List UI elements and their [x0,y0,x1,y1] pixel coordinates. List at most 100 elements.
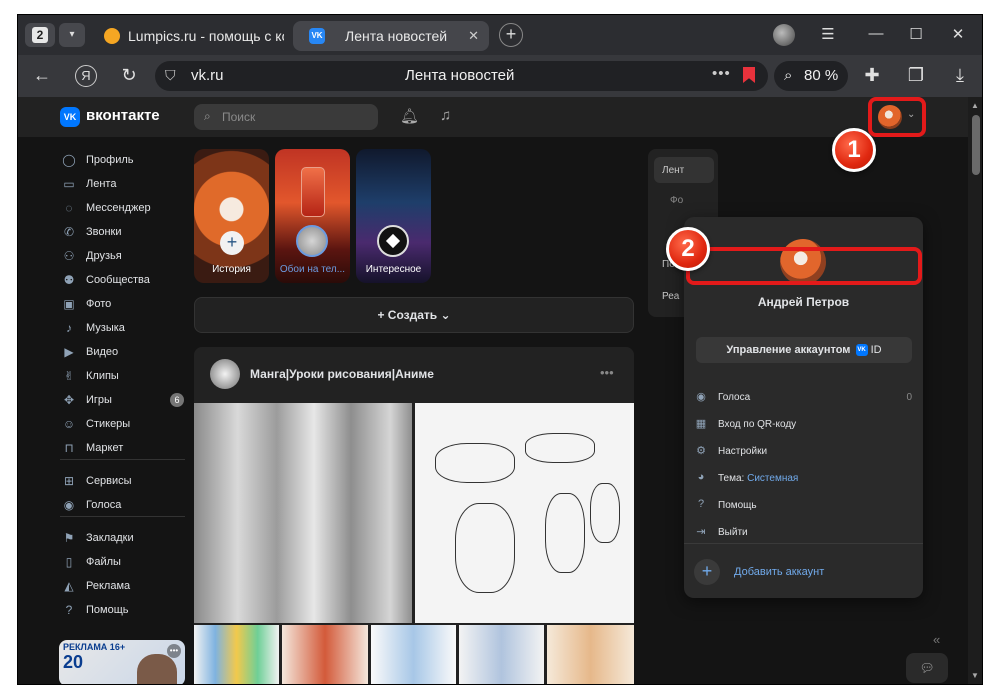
menu-icon[interactable]: ☰ [816,25,840,43]
sidebar-item-message[interactable]: ◌ Мессенджер [60,198,190,220]
post-author-avatar[interactable] [210,359,240,389]
bookmark-icon[interactable] [743,67,755,83]
sidebar-item-clips[interactable]: ✌ Клипы [60,366,190,388]
sidebar-item-friends[interactable]: ⚇ Друзья [60,246,190,268]
sidebar-item-label: Лента [86,178,117,190]
search-input[interactable]: ⌕ Поиск [194,104,378,130]
scrollbar-thumb[interactable] [972,115,980,175]
download-icon[interactable]: ⤓ [948,65,972,86]
thumbnail[interactable] [459,625,544,684]
account-menu-item-label: Тема: Системная [718,473,798,484]
close-tab-icon[interactable]: ✕ [468,21,479,51]
scrollbar[interactable]: ▲ ▼ [968,97,982,684]
extensions-icon[interactable]: ✚ [860,65,884,86]
games-icon: ✥ [63,393,75,407]
thumbnail[interactable] [371,625,456,684]
minimize-icon[interactable]: — [864,25,888,42]
post-image-3d-legs[interactable] [194,403,412,623]
zoom-indicator[interactable]: ⌕ 80 % [774,61,848,91]
message-icon: ◌ [65,201,73,215]
ad-person-image [137,654,177,684]
browser-window: 2 ▾ Lumpics.ru - помощь с ком VK Лента н… [17,14,983,685]
story-interesting[interactable]: Интересное [356,149,431,283]
more-dots-icon[interactable]: ••• [712,65,731,82]
tab-counter-button[interactable]: 2 [25,23,55,47]
phone-image [301,167,325,217]
collections-icon[interactable]: ❐ [904,65,928,86]
sidebar-item-label: Сервисы [86,475,132,487]
back-arrow-icon[interactable]: ← [30,65,54,86]
vk-logo-icon[interactable]: VK [60,107,80,127]
bell-icon[interactable]: 🔔︎ [400,107,419,125]
scroll-up-icon[interactable]: ▲ [971,101,979,110]
account-name[interactable]: Андрей Петров [684,295,923,309]
ad-more-icon[interactable]: ••• [167,644,181,658]
new-tab-button[interactable]: + [499,23,523,47]
tab-vk-feed[interactable]: VK Лента новостей ✕ [293,21,489,51]
feed-filter-item[interactable]: Фо [670,195,683,206]
manage-account-button[interactable]: Управление аккаунтом VK ID [696,337,912,363]
vk-logo-icon: VK [855,344,868,357]
browser-profile-icon[interactable] [773,24,795,46]
sidebar-item-label: Фото [86,298,112,310]
more-dots-icon[interactable]: ••• [600,365,614,380]
close-window-icon[interactable]: ✕ [946,25,970,43]
account-menu-item-gear[interactable]: ⚙ Настройки [694,441,914,463]
sidebar-item-votes[interactable]: ◉ Голоса [60,495,190,517]
feed-filter-item[interactable]: Лент [662,165,684,176]
callout-badge-2: 2 [666,227,710,271]
logout-icon: ⇥ [696,526,706,538]
add-account-button[interactable]: + Добавить аккаунт [694,559,914,585]
post-image-sketch-arms[interactable] [415,403,634,623]
sidebar-item-help[interactable]: ? Помощь [60,600,190,622]
account-menu-item-votes[interactable]: ◉ Голоса 0 [694,387,914,409]
sidebar-item-bookmark[interactable]: ⚑ Закладки [60,528,190,550]
sidebar-item-stickers[interactable]: ☺ Стикеры [60,414,190,436]
sidebar-item-groups[interactable]: ⚉ Сообщества [60,270,190,292]
sidebar-item-phone[interactable]: ✆ Звонки [60,222,190,244]
chat-bubble-icon[interactable]: 💬︎ [906,653,948,683]
tabs-dropdown-button[interactable]: ▾ [59,23,85,47]
story-wallpapers[interactable]: Обои на тел... [275,149,350,283]
sidebar-item-services[interactable]: ⊞ Сервисы [60,471,190,493]
feed-filter-item[interactable]: Реа [662,291,679,302]
collapse-chevron-icon[interactable]: « [933,632,940,647]
sidebar-item-file[interactable]: ▯ Файлы [60,552,190,574]
reload-icon[interactable]: ↻ [117,65,141,86]
account-menu-item-logout[interactable]: ⇥ Выйти [694,522,914,544]
sidebar-item-market[interactable]: ⊓ Маркет [60,438,190,460]
votes-icon: ◉ [63,498,75,512]
thumbnail[interactable] [547,625,634,684]
sidebar-item-video[interactable]: ▶ Видео [60,342,190,364]
sidebar-item-label: Стикеры [86,418,131,430]
sidebar-item-photo[interactable]: ▣ Фото [60,294,190,316]
account-menu-item-qr[interactable]: ▦ Вход по QR-коду [694,414,914,436]
ad-tag: РЕКЛАМА 16+ [63,642,126,652]
account-menu-item-help[interactable]: ? Помощь [694,495,914,517]
item-text: Тема: [718,473,745,484]
address-bar[interactable]: ⛉ vk.ru Лента новостей ••• [155,61,768,91]
maximize-icon[interactable]: ☐ [904,25,928,43]
sidebar-item-music[interactable]: ♪ Музыка [60,318,190,340]
sidebar-ad-banner[interactable]: РЕКЛАМА 16+ 20 ••• [59,640,185,684]
tab-lumpics[interactable]: Lumpics.ru - помощь с ком [94,21,284,51]
video-icon: ▶ [64,345,74,359]
divider [60,459,185,460]
thumbnail[interactable] [194,625,279,684]
sidebar-item-games[interactable]: ✥ Игры 6 [60,390,190,412]
sidebar-item-ads[interactable]: ◭ Реклама [60,576,190,598]
yandex-icon[interactable]: Я [75,65,97,87]
count-badge: 6 [170,393,184,407]
vk-brand-name[interactable]: вконтакте [86,107,160,124]
post-author-name[interactable]: Манга|Уроки рисования|Аниме [250,367,434,381]
shield-icon[interactable]: ⛉ [165,67,176,84]
sidebar-item-feed[interactable]: ▭ Лента [60,174,190,196]
scroll-down-icon[interactable]: ▼ [971,671,979,680]
music-note-icon[interactable]: ♫ [440,107,451,124]
thumbnail[interactable] [282,625,368,684]
story-create[interactable]: + История [194,149,269,283]
sidebar-item-user[interactable]: ◯ Профиль [60,150,190,172]
chevron-down-icon: ⌄ [437,308,451,322]
create-post-button[interactable]: + Создать ⌄ [194,297,634,333]
account-menu-item-palette[interactable]: ◕ Тема: Системная [694,468,914,490]
